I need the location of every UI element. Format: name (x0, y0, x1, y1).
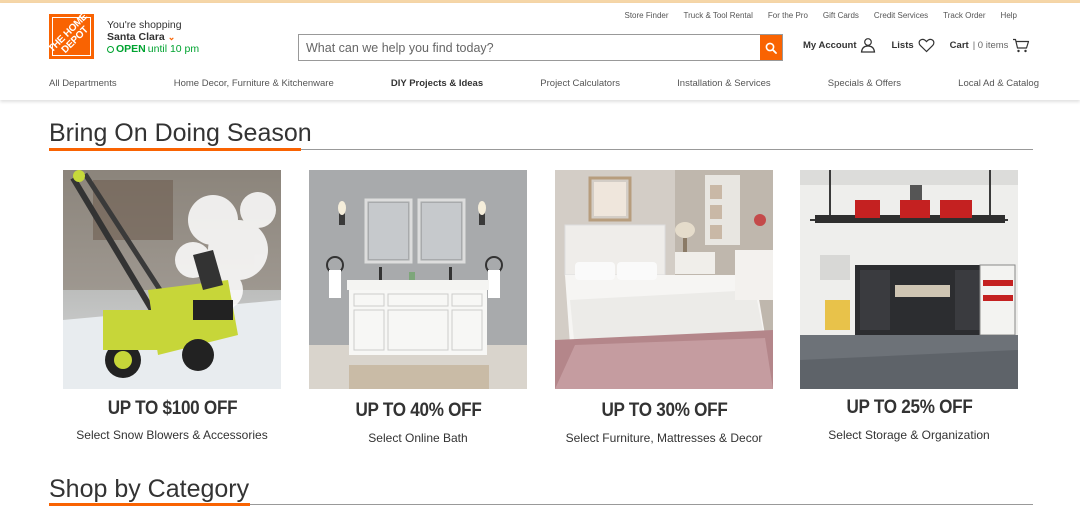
open-label: OPEN (116, 43, 146, 55)
promo-card-furniture[interactable] (555, 170, 774, 389)
promo-description-4[interactable]: Select Storage & Organization (779, 428, 1039, 442)
shopping-label: You're shopping (107, 19, 182, 31)
site-header: THE HOME DEPOT You're shopping Santa Cla… (0, 3, 1080, 100)
nav-installation-services[interactable]: Installation & Services (677, 78, 770, 89)
user-icon (861, 38, 876, 53)
main-nav: All Departments Home Decor, Furniture & … (49, 78, 1039, 89)
cart-icon (1013, 38, 1030, 52)
lists-button[interactable]: Lists (891, 38, 935, 53)
promo-offer-3: UP TO 30% OFF (601, 400, 728, 421)
store-hours: OPEN until 10 pm (107, 43, 199, 55)
hours-label: until 10 pm (147, 43, 200, 55)
promo-card-snow-blowers[interactable] (63, 170, 282, 389)
promo-card-storage[interactable] (800, 170, 1019, 389)
cart-button[interactable]: Cart | 0 items (950, 38, 1031, 53)
search-icon (765, 42, 777, 54)
utility-link-store-finder[interactable]: Store Finder (624, 11, 668, 20)
utility-link-truck-tool-rental[interactable]: Truck & Tool Rental (684, 11, 753, 20)
promo-offer-4: UP TO 25% OFF (846, 397, 973, 418)
promo-card-bath[interactable] (309, 170, 528, 389)
nav-diy-projects[interactable]: DIY Projects & Ideas (391, 78, 483, 89)
utility-link-credit-services[interactable]: Credit Services (874, 11, 928, 20)
search-button[interactable] (760, 35, 782, 60)
bathroom-vanity-image (309, 170, 527, 389)
chevron-down-icon: ⌄ (167, 32, 176, 42)
nav-local-ad-catalog[interactable]: Local Ad & Catalog (958, 78, 1039, 89)
promo-offer-1: UP TO $100 OFF (107, 398, 238, 419)
open-status-icon (107, 45, 114, 53)
section-underline-accent (49, 148, 301, 151)
account-links: My Account Lists Cart | 0 items (803, 37, 1030, 53)
utility-links: Store Finder Truck & Tool Rental For the… (624, 11, 1017, 20)
promo-description-3[interactable]: Select Furniture, Mattresses & Decor (534, 431, 794, 445)
my-account-button[interactable]: My Account (803, 37, 876, 53)
heart-icon (918, 38, 935, 52)
nav-specials-offers[interactable]: Specials & Offers (828, 78, 901, 89)
nav-all-departments[interactable]: All Departments (49, 78, 117, 89)
snow-blower-image (63, 170, 281, 389)
utility-link-help[interactable]: Help (1001, 11, 1017, 20)
utility-link-for-the-pro[interactable]: For the Pro (768, 11, 808, 20)
store-city: Santa Clara (107, 31, 165, 43)
promo-offer-2: UP TO 40% OFF (355, 400, 482, 421)
store-selector[interactable]: You're shopping Santa Clara ⌄ OPEN until… (107, 19, 199, 55)
garage-storage-image (800, 170, 1018, 389)
search-bar (298, 34, 783, 61)
promo-description-1[interactable]: Select Snow Blowers & Accessories (42, 428, 302, 442)
cart-count: 0 items (977, 39, 1009, 51)
utility-link-gift-cards[interactable]: Gift Cards (823, 11, 859, 20)
nav-home-decor[interactable]: Home Decor, Furniture & Kitchenware (174, 78, 334, 89)
section-underline-accent (49, 503, 250, 506)
nav-project-calculators[interactable]: Project Calculators (540, 78, 620, 89)
home-depot-logo[interactable]: THE HOME DEPOT (49, 14, 94, 59)
promo-section-title: Bring On Doing Season (49, 119, 312, 147)
promo-description-2[interactable]: Select Online Bath (288, 431, 548, 445)
utility-link-track-order[interactable]: Track Order (943, 11, 985, 20)
bedroom-image (555, 170, 773, 389)
category-section-title: Shop by Category (49, 475, 250, 503)
search-input[interactable] (299, 35, 759, 60)
